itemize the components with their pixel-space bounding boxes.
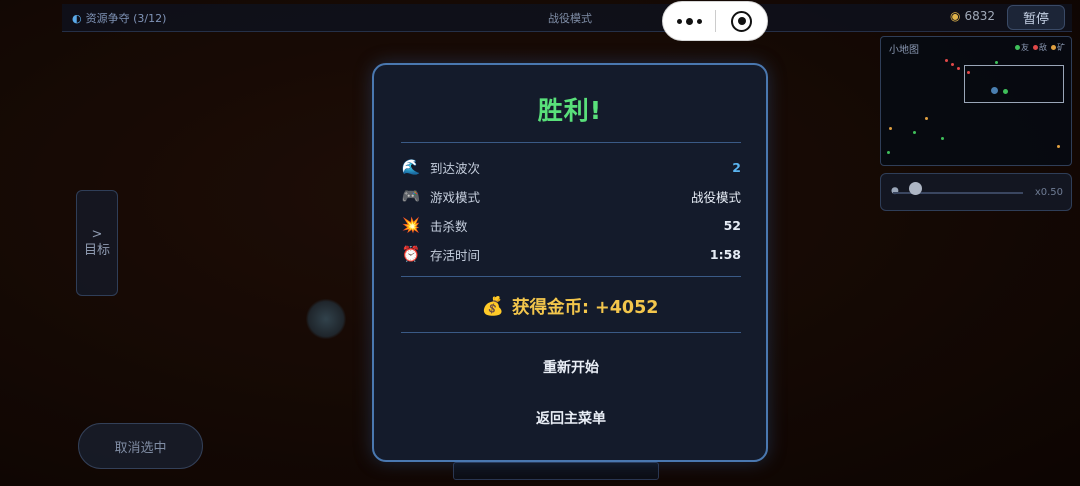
minimap-enemy-dot <box>951 63 954 66</box>
top-status-bar: ◐ 资源争夺 (3/12) 战役模式 ◉ 6832 暂停 <box>62 4 1072 32</box>
objective-indicator: ◐ 资源争夺 (3/12) <box>72 10 166 26</box>
objective-text: 资源争夺 (3/12) <box>85 12 167 25</box>
minimap-enemy-dot <box>967 71 970 74</box>
minimap-ally-dot <box>941 137 944 140</box>
minimap-mine-dot <box>1057 145 1060 148</box>
stat-label: 到达波次 <box>430 160 481 176</box>
more-options-icon[interactable] <box>663 2 715 40</box>
zoom-value: x0.50 <box>1034 187 1063 198</box>
stat-value: 2 <box>732 159 741 175</box>
gamepad-icon: 🎮 <box>401 187 421 205</box>
minimap-legend: 友 敌 矿 <box>1015 42 1065 53</box>
target-label: 目标 <box>83 243 110 258</box>
stat-row-kills: 💥 击杀数 52 <box>401 214 741 236</box>
close-mini-program-icon[interactable] <box>716 10 767 32</box>
restart-button[interactable]: 重新开始 <box>401 351 741 383</box>
game-mode-label: 战役模式 <box>548 12 592 25</box>
minimap-mine-dot <box>925 117 928 120</box>
minimap-enemy-dot <box>945 59 948 62</box>
zoom-icon: ● <box>891 186 899 196</box>
minimap-enemy-dot <box>957 67 960 70</box>
alarm-clock-icon: ⏰ <box>401 245 421 263</box>
minimap-ally-dot <box>913 131 916 134</box>
minimap-title: 小地图 <box>889 45 919 56</box>
minimap-ally-dot <box>887 151 890 154</box>
stat-value: 战役模式 <box>690 189 741 205</box>
gold-counter: ◉ 6832 <box>950 9 995 23</box>
legend-mine: 矿 <box>1051 42 1065 53</box>
divider <box>401 142 741 143</box>
gold-reward-text: 获得金币: +4052 <box>511 298 659 318</box>
zoom-control: ● x0.50 <box>880 173 1072 211</box>
expand-arrow-icon: > <box>91 227 103 242</box>
stat-value: 1:58 <box>709 246 741 262</box>
explosion-icon: 💥 <box>401 216 421 234</box>
minimap-viewport[interactable] <box>964 65 1064 103</box>
minimap-unit-dot <box>991 87 998 94</box>
wave-icon: 🌊 <box>401 158 421 176</box>
main-menu-button[interactable]: 返回主菜单 <box>401 402 741 434</box>
mini-program-capsule <box>662 1 768 41</box>
minimap[interactable]: 小地图 友 敌 矿 <box>880 36 1072 166</box>
minimap-ally-dot <box>995 61 998 64</box>
bottom-action-bar <box>453 462 659 480</box>
objective-icon: ◐ <box>72 11 82 25</box>
deselect-button[interactable]: 取消选中 <box>78 423 203 469</box>
stat-row-time: ⏰ 存活时间 1:58 <box>401 243 741 265</box>
stat-value: 52 <box>723 217 741 233</box>
base-unit-sprite[interactable] <box>306 298 346 340</box>
stat-row-mode: 🎮 游戏模式 战役模式 <box>401 185 741 207</box>
result-title: 胜利! <box>537 96 603 125</box>
stat-label: 击杀数 <box>430 218 468 234</box>
gold-reward: 💰 获得金币: +4052 <box>374 294 766 319</box>
minimap-mine-dot <box>889 127 892 130</box>
gold-amount: 6832 <box>964 9 996 23</box>
stat-label: 游戏模式 <box>430 189 481 205</box>
stat-label: 存活时间 <box>430 247 481 263</box>
divider <box>401 276 741 277</box>
legend-ally: 友 <box>1015 42 1029 53</box>
money-bag-icon: 💰 <box>481 296 504 317</box>
divider <box>401 332 741 333</box>
legend-enemy: 敌 <box>1033 42 1047 53</box>
money-bag-icon: ◉ <box>950 9 961 23</box>
pause-button[interactable]: 暂停 <box>1007 5 1065 30</box>
stat-row-wave: 🌊 到达波次 2 <box>401 156 741 178</box>
victory-dialog: 胜利! 🌊 到达波次 2 🎮 游戏模式 战役模式 💥 击杀数 52 ⏰ 存活时间… <box>372 63 768 462</box>
zoom-slider-handle[interactable] <box>909 182 922 195</box>
minimap-unit-dot <box>1003 89 1008 94</box>
target-panel-toggle[interactable]: > 目标 <box>76 190 118 296</box>
